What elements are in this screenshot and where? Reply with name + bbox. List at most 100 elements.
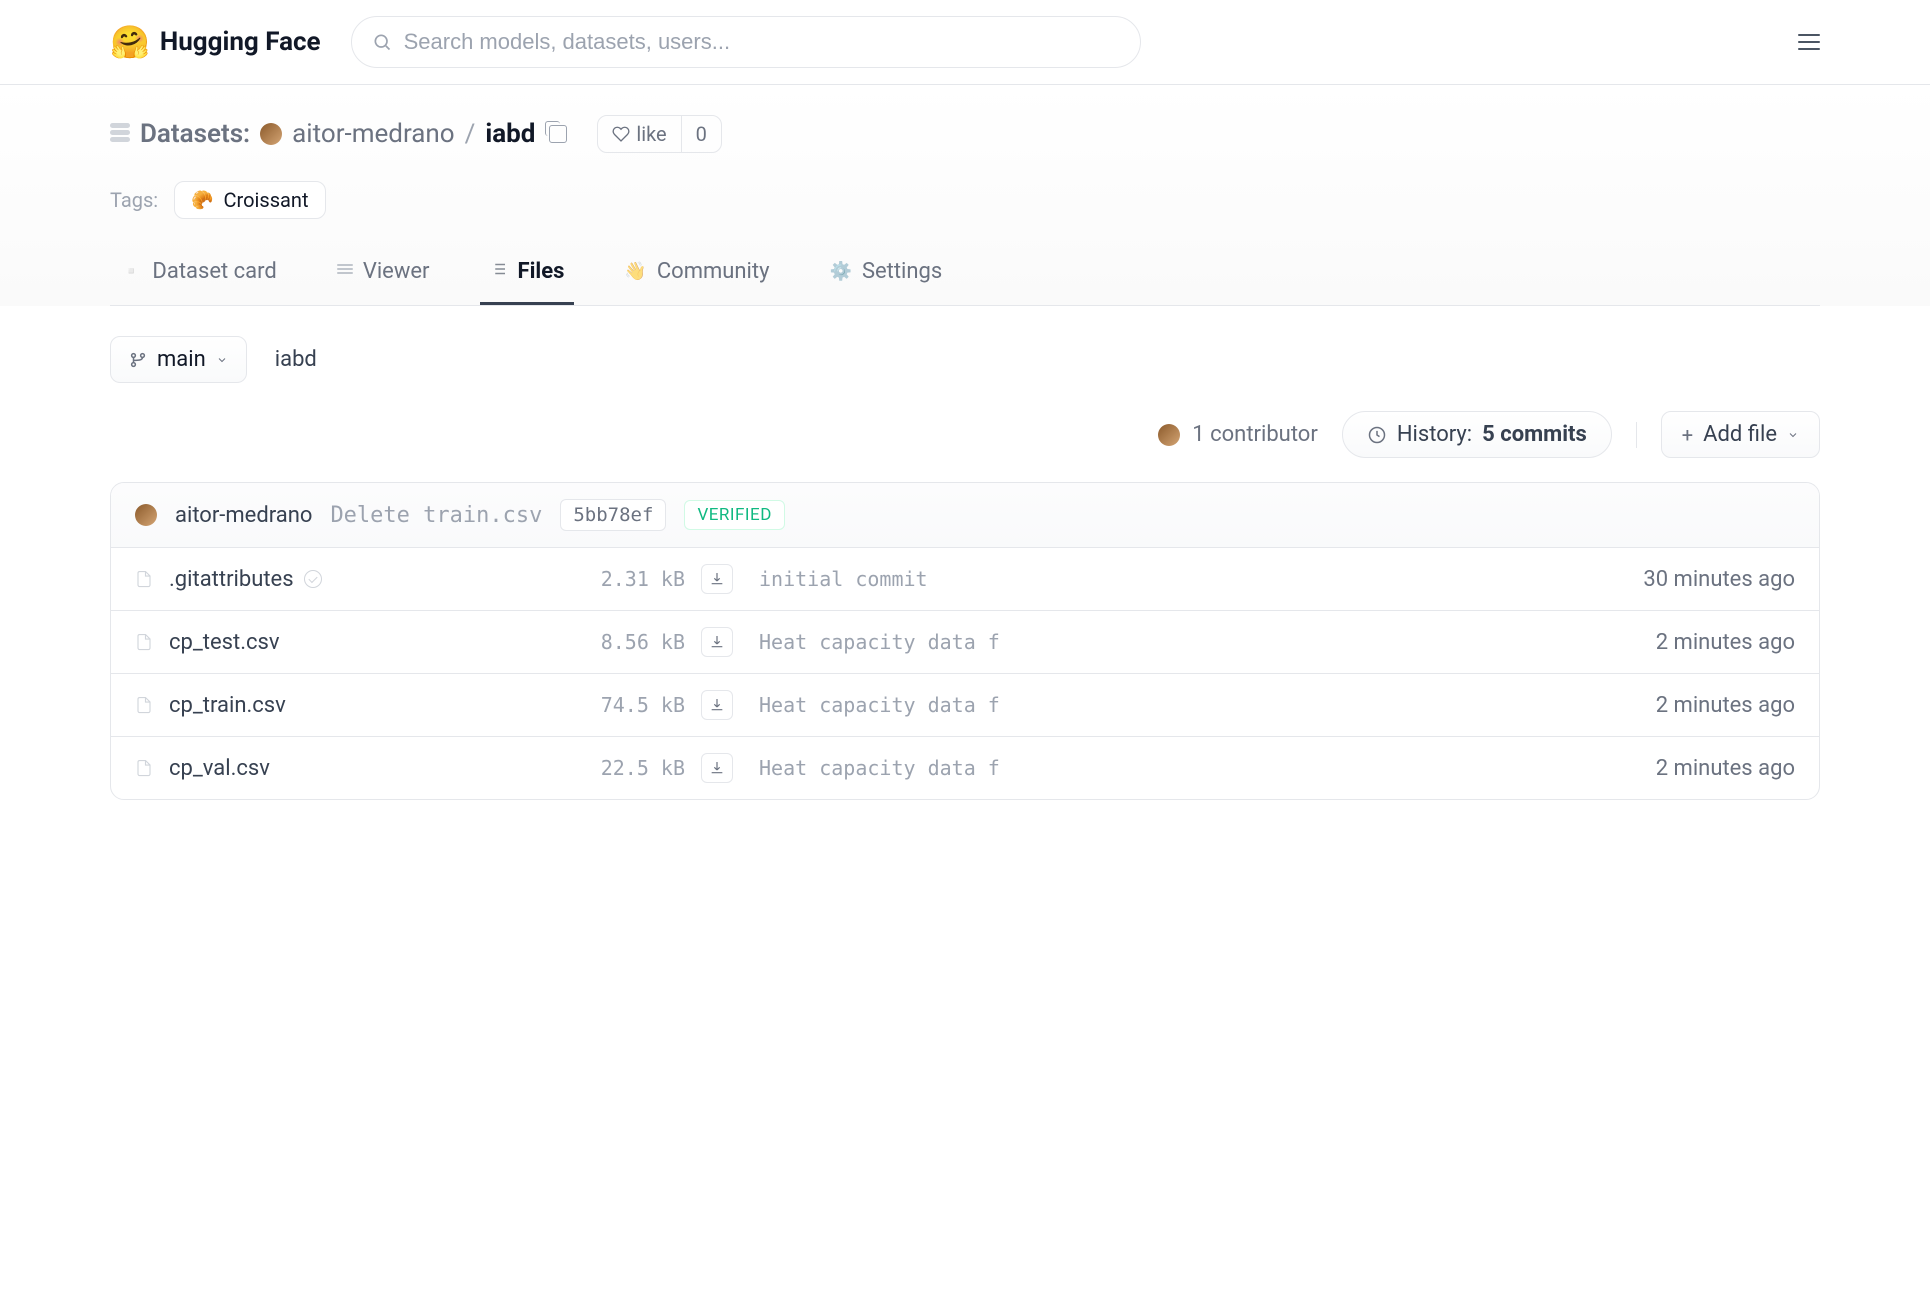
branch-icon [129, 351, 147, 369]
search-input[interactable] [404, 29, 1120, 55]
commit-author-avatar[interactable] [135, 504, 157, 526]
tab-dataset-card[interactable]: ▫️ Dataset card [110, 259, 287, 305]
history-label: History: [1397, 422, 1472, 447]
download-button[interactable] [701, 753, 733, 783]
section-label: Datasets: [140, 119, 250, 149]
contributor-avatar [1158, 424, 1180, 446]
download-icon [709, 571, 725, 587]
search-icon [372, 32, 392, 52]
file-commit-message[interactable]: initial commit [759, 567, 1599, 591]
content-area: main iabd 1 contributor History: 5 commi… [0, 306, 1930, 830]
tab-settings[interactable]: ⚙️ Settings [820, 259, 953, 305]
top-header: 🤗 Hugging Face [0, 0, 1930, 85]
path-breadcrumb[interactable]: iabd [275, 347, 317, 372]
file-commit-message[interactable]: Heat capacity data f [759, 630, 1599, 654]
file-time: 2 minutes ago [1615, 693, 1795, 718]
contributor-count: 1 contributor [1192, 422, 1318, 447]
file-row: .gitattributes 2.31 kB initial commit 30… [111, 548, 1819, 611]
files-box: aitor-medrano Delete train.csv 5bb78ef V… [110, 482, 1820, 800]
owner-avatar[interactable] [260, 123, 282, 145]
plus-icon: + [1682, 423, 1693, 447]
copy-icon[interactable] [549, 125, 567, 143]
file-row: cp_val.csv 22.5 kB Heat capacity data f … [111, 737, 1819, 799]
history-count: 5 commits [1482, 422, 1587, 447]
chevron-down-icon [216, 354, 228, 366]
download-button[interactable] [701, 627, 733, 657]
file-size: 8.56 kB [565, 630, 685, 654]
file-icon [135, 631, 153, 653]
file-size: 22.5 kB [565, 756, 685, 780]
download-button[interactable] [701, 690, 733, 720]
file-row: cp_train.csv 74.5 kB Heat capacity data … [111, 674, 1819, 737]
download-icon [709, 697, 725, 713]
file-icon [135, 694, 153, 716]
contributors[interactable]: 1 contributor [1158, 422, 1318, 447]
tabs: ▫️ Dataset card Viewer Files 👋 Community… [110, 259, 1820, 306]
tab-community[interactable]: 👋 Community [614, 259, 779, 305]
file-time: 2 minutes ago [1615, 630, 1795, 655]
menu-icon[interactable] [1798, 34, 1820, 50]
commit-message[interactable]: Delete train.csv [330, 503, 542, 528]
latest-commit-row: aitor-medrano Delete train.csv 5bb78ef V… [111, 483, 1819, 548]
logo-area[interactable]: 🤗 Hugging Face [110, 23, 321, 61]
file-name[interactable]: cp_train.csv [169, 693, 549, 718]
clock-icon [1367, 425, 1387, 445]
like-count[interactable]: 0 [682, 116, 721, 152]
gear-icon: ⚙️ [830, 261, 852, 282]
tab-label: Settings [862, 259, 942, 284]
file-row: cp_test.csv 8.56 kB Heat capacity data f… [111, 611, 1819, 674]
like-action[interactable]: like [598, 116, 681, 152]
commit-hash[interactable]: 5bb78ef [560, 499, 666, 531]
wave-icon: 👋 [624, 261, 646, 282]
file-name[interactable]: cp_val.csv [169, 756, 549, 781]
owner-link[interactable]: aitor-medrano [292, 119, 454, 149]
tags-row: Tags: 🥐 Croissant [110, 181, 1820, 219]
safe-check-icon [304, 570, 322, 588]
file-size: 74.5 kB [565, 693, 685, 717]
file-name[interactable]: cp_test.csv [169, 630, 549, 655]
tags-label: Tags: [110, 188, 158, 212]
branch-row: main iabd [110, 336, 1820, 383]
tab-label: Viewer [363, 259, 430, 284]
file-name[interactable]: .gitattributes [169, 567, 549, 592]
heart-icon [612, 125, 630, 143]
breadcrumb-slash: / [465, 119, 476, 149]
history-button[interactable]: History: 5 commits [1342, 411, 1612, 458]
file-commit-message[interactable]: Heat capacity data f [759, 693, 1599, 717]
like-button: like 0 [597, 115, 722, 153]
divider [1636, 422, 1637, 448]
brand-logo-icon: 🤗 [110, 23, 150, 61]
meta-row: 1 contributor History: 5 commits + Add f… [110, 411, 1820, 458]
download-icon [709, 634, 725, 650]
tab-label: Files [518, 259, 565, 284]
branch-selector[interactable]: main [110, 336, 247, 383]
commit-author[interactable]: aitor-medrano [175, 503, 312, 528]
file-commit-message[interactable]: Heat capacity data f [759, 756, 1599, 780]
verified-badge: VERIFIED [684, 500, 784, 530]
file-time: 30 minutes ago [1615, 567, 1795, 592]
sub-header: Datasets: aitor-medrano / iabd like 0 Ta… [0, 85, 1930, 306]
file-size: 2.31 kB [565, 567, 685, 591]
breadcrumb: Datasets: aitor-medrano / iabd like 0 [110, 115, 1820, 153]
chevron-down-icon [1787, 429, 1799, 441]
tab-files[interactable]: Files [480, 259, 575, 305]
box-icon: ▫️ [120, 261, 142, 282]
like-label: like [636, 122, 666, 146]
tab-viewer[interactable]: Viewer [327, 259, 440, 305]
add-file-label: Add file [1703, 422, 1777, 447]
download-button[interactable] [701, 564, 733, 594]
tag-croissant[interactable]: 🥐 Croissant [174, 181, 325, 219]
tab-label: Dataset card [152, 259, 276, 284]
add-file-button[interactable]: + Add file [1661, 411, 1820, 458]
database-icon [110, 123, 130, 145]
tab-label: Community [657, 259, 770, 284]
download-icon [709, 760, 725, 776]
tag-label: Croissant [224, 188, 309, 212]
branch-name: main [157, 347, 206, 372]
search-box[interactable] [351, 16, 1141, 68]
croissant-icon: 🥐 [191, 190, 213, 211]
dataset-name[interactable]: iabd [485, 119, 535, 149]
grid-icon [337, 264, 353, 280]
file-icon [135, 757, 153, 779]
brand-name: Hugging Face [160, 27, 321, 57]
